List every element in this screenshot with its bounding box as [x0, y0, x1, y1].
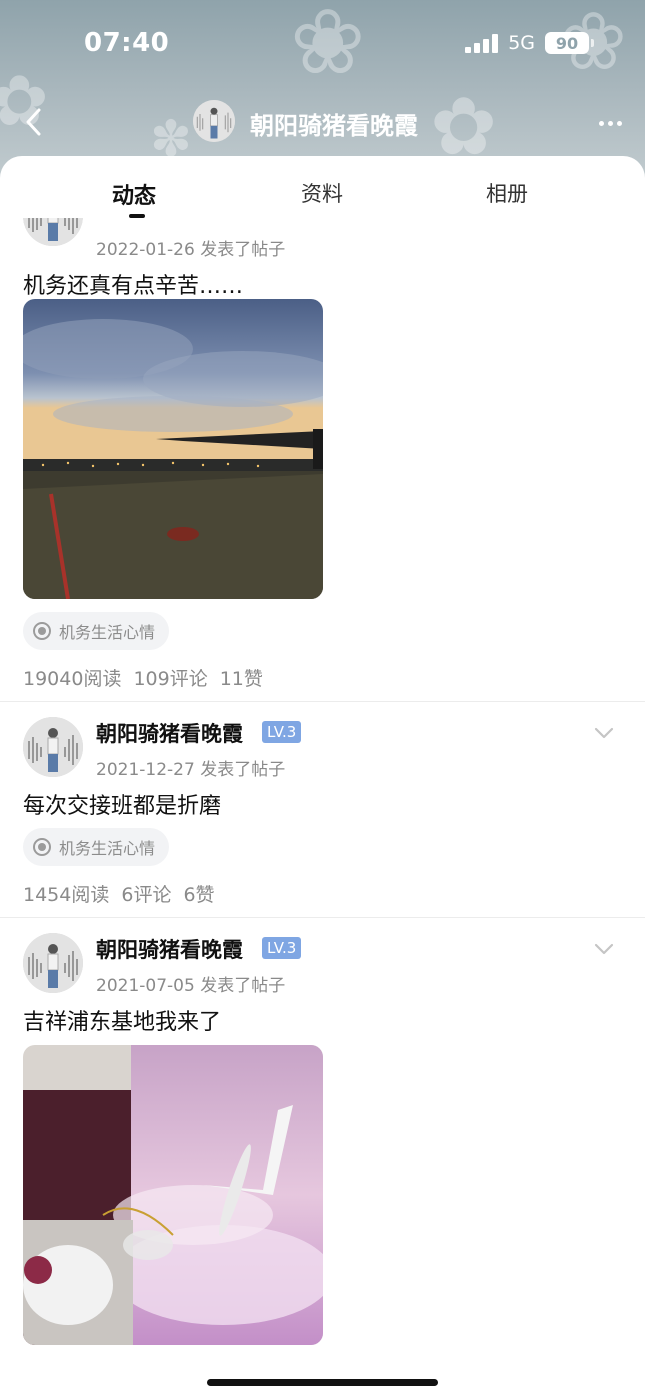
like-count[interactable]: 11赞 — [220, 664, 263, 691]
post-tag[interactable]: 机务生活心情 — [23, 612, 170, 650]
battery-level: 90 — [555, 33, 579, 53]
status-indicators: 5G 90 — [465, 32, 594, 54]
more-dots-icon — [598, 120, 604, 126]
tab-bar: 动态 资料 相册 — [0, 156, 645, 218]
post-username[interactable]: 朝阳骑猪看晚霞 — [96, 718, 243, 748]
post-item[interactable]: 朝阳骑猪看晚霞 LV.3 2021-12-27 发表了帖子 每次交接班都是折磨 … — [0, 702, 645, 917]
avatar[interactable] — [23, 218, 83, 246]
back-button[interactable] — [16, 104, 52, 140]
chevron-down-icon[interactable] — [593, 942, 615, 956]
page-title: 朝阳骑猪看晚霞 — [250, 112, 418, 140]
post-username[interactable]: 朝阳骑猪看晚霞 — [96, 934, 243, 964]
battery-icon: 90 — [545, 32, 594, 54]
post-content[interactable]: 机务还真有点辛苦…… — [23, 268, 243, 300]
chevron-down-icon[interactable] — [593, 726, 615, 740]
status-time: 07:40 — [84, 28, 170, 58]
comment-count[interactable]: 109评论 — [133, 664, 207, 691]
post-tag[interactable]: 机务生活心情 — [23, 828, 170, 866]
topic-icon — [33, 622, 51, 640]
post-image-airport[interactable] — [23, 299, 323, 599]
level-badge: LV.3 — [262, 721, 302, 743]
comment-count[interactable]: 6评论 — [121, 880, 171, 907]
post-meta: 2021-07-05 发表了帖子 — [96, 976, 286, 996]
tab-posts[interactable]: 动态 — [112, 178, 156, 210]
tab-album[interactable]: 相册 — [486, 178, 528, 208]
post-item[interactable]: 2022-01-26 发表了帖子 机务还真有点辛苦…… 机务生活心情 19040… — [0, 218, 645, 702]
read-count: 19040阅读 — [23, 668, 122, 690]
tab-profile[interactable]: 资料 — [301, 178, 343, 208]
profile-sheet: 动态 资料 相册 2022-01-26 发表了帖子 机务还真有点辛苦…… 机务生… — [0, 156, 645, 1398]
post-meta: 2022-01-26 发表了帖子 — [96, 240, 286, 260]
chevron-left-icon — [26, 108, 41, 136]
tag-label: 机务生活心情 — [59, 623, 156, 642]
post-item[interactable]: 朝阳骑猪看晚霞 LV.3 2021-07-05 发表了帖子 吉祥浦东基地我来了 — [0, 918, 645, 1398]
post-meta: 2021-12-27 发表了帖子 — [96, 760, 286, 780]
post-content[interactable]: 每次交接班都是折磨 — [23, 788, 221, 820]
tag-label: 机务生活心情 — [59, 839, 156, 858]
network-type: 5G — [508, 32, 535, 54]
like-count[interactable]: 6赞 — [183, 880, 214, 907]
level-badge: LV.3 — [262, 937, 302, 959]
more-button[interactable] — [595, 108, 625, 138]
post-image-welcome-card[interactable] — [23, 1045, 323, 1345]
post-stats: 19040阅读 109评论 11赞 — [23, 664, 263, 691]
avatar[interactable] — [193, 100, 235, 142]
post-stats: 1454阅读 6评论 6赞 — [23, 880, 215, 907]
avatar[interactable] — [23, 933, 83, 993]
read-count: 1454阅读 — [23, 884, 110, 906]
topic-icon — [33, 838, 51, 856]
feed-list[interactable]: 2022-01-26 发表了帖子 机务还真有点辛苦…… 机务生活心情 19040… — [0, 218, 645, 1398]
post-content[interactable]: 吉祥浦东基地我来了 — [23, 1004, 221, 1036]
nav-bar: 朝阳骑猪看晚霞 — [0, 98, 645, 148]
signal-icon — [465, 33, 499, 53]
home-indicator[interactable] — [207, 1379, 438, 1386]
avatar[interactable] — [23, 717, 83, 777]
